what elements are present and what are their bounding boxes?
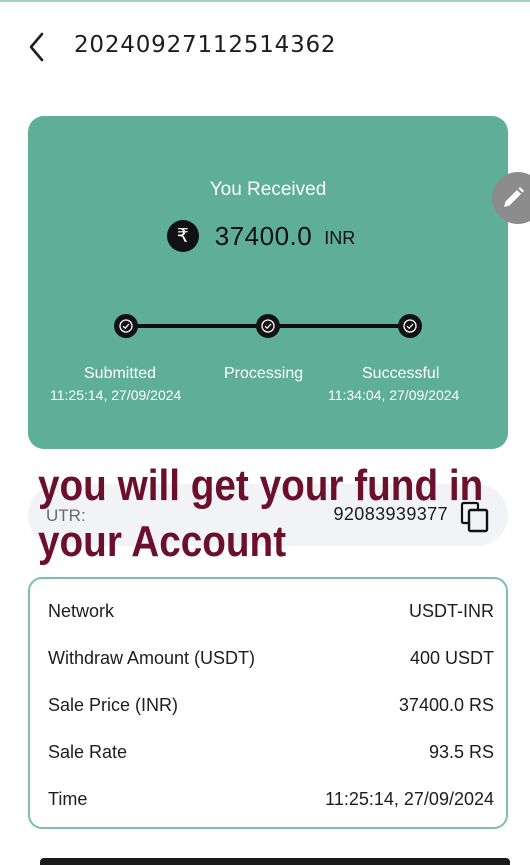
amount-value: 37400.0 <box>214 220 313 251</box>
detail-row-withdraw-amount: Withdraw Amount (USDT) 400 USDT <box>48 643 494 673</box>
detail-label: Sale Rate <box>48 741 128 762</box>
detail-row-sale-rate: Sale Rate 93.5 RS <box>48 737 494 767</box>
detail-value: 37400.0 RS <box>398 694 494 715</box>
step-successful-dot <box>398 314 422 338</box>
received-label: You Received <box>209 179 327 200</box>
detail-value: 11:25:14, 27/09/2024 <box>325 788 494 809</box>
top-divider <box>0 0 530 2</box>
back-button[interactable] <box>24 30 52 64</box>
detail-label: Sale Price (INR) <box>48 694 179 715</box>
detail-label: Network <box>48 600 115 621</box>
amount-currency: INR <box>324 227 356 248</box>
detail-label: Withdraw Amount (USDT) <box>48 647 256 668</box>
step-submitted-time: 11:25:14, 27/09/2024 <box>50 387 182 403</box>
detail-value: 93.5 RS <box>428 741 494 762</box>
detail-value: 400 USDT <box>409 647 494 668</box>
overlay-line-1: you will get your fund in <box>38 461 484 510</box>
detail-row-sale-price: Sale Price (INR) 37400.0 RS <box>48 690 494 720</box>
page-title: 20240927112514362 <box>74 32 337 58</box>
header: 20240927112514362 <box>0 22 530 72</box>
step-successful-time: 11:34:04, 27/09/2024 <box>328 387 460 403</box>
detail-label: Time <box>48 788 88 809</box>
rupee-icon: ₹ <box>166 220 199 252</box>
check-circle-icon <box>403 319 417 333</box>
check-circle-icon <box>119 319 133 333</box>
overlay-line-2: your Account <box>38 517 287 566</box>
step-successful-label: Successful <box>362 365 440 382</box>
step-submitted-label: Submitted <box>84 365 157 382</box>
detail-row-time: Time 11:25:14, 27/09/2024 <box>48 784 494 814</box>
overlay-caption: you will get your fund in your Account <box>38 458 484 570</box>
detail-value: USDT-INR <box>409 600 494 621</box>
step-processing-dot <box>256 314 280 338</box>
pencil-icon <box>504 187 524 207</box>
detail-row-network: Network USDT-INR <box>48 596 494 626</box>
details-card: Network USDT-INR Withdraw Amount (USDT) … <box>28 577 508 829</box>
step-processing-label: Processing <box>224 365 304 382</box>
status-tracker <box>28 312 508 342</box>
received-card: You Received ₹ 37400.0 INR Submitted Pro… <box>28 116 508 449</box>
amount-row: ₹ 37400.0 INR <box>28 216 508 256</box>
step-submitted-dot <box>114 314 138 338</box>
check-circle-icon <box>261 319 275 333</box>
chevron-left-icon <box>29 32 44 62</box>
bottom-bar <box>40 858 510 865</box>
